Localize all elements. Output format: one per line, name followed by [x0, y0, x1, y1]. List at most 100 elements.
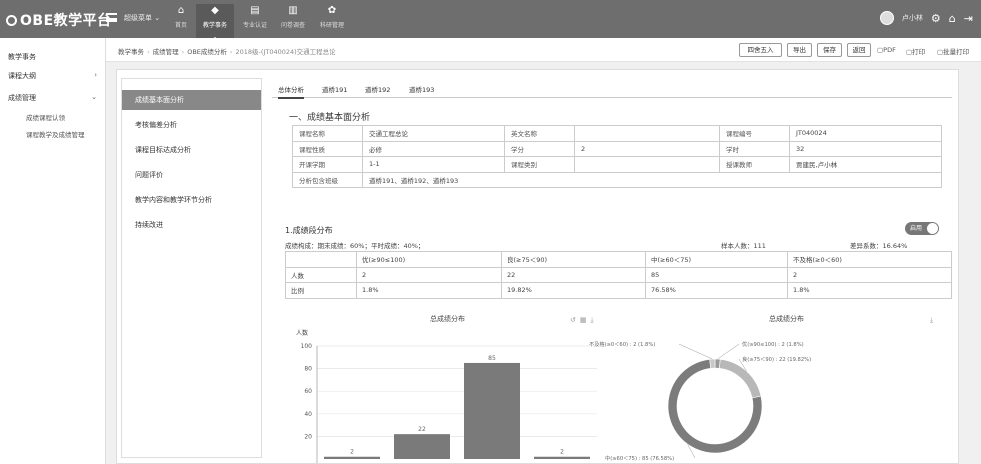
breadcrumb-item[interactable]: OBE成绩分析 — [187, 48, 227, 56]
tab-daoqiao191[interactable]: 道桥191 — [322, 84, 347, 94]
download-icon[interactable]: ⤓ — [591, 316, 598, 324]
table-header: 中(≥60＜75) — [645, 251, 788, 268]
nav-teaching-affairs[interactable]: ◆ 教学事务 — [196, 4, 234, 41]
bar — [534, 456, 590, 459]
batch-print-label: 批量打印 — [943, 48, 970, 56]
bar-chart-title: 总成绩分布 — [430, 315, 465, 323]
cell-value: 2 — [574, 140, 720, 157]
home-icon: ⌂ — [177, 5, 185, 16]
table-cell: 2 — [356, 266, 502, 283]
batch-print-button[interactable]: ▢批量打印 — [937, 46, 969, 56]
pie-slice-label: 不及格(≥0＜60) : 2 (1.8%) — [589, 340, 655, 348]
submenu-goal-achievement[interactable]: 课程目标达成分析 — [122, 140, 261, 160]
cell-value: 1-1 — [362, 156, 505, 173]
save-button[interactable]: 保存 — [817, 43, 842, 57]
y-axis-label: 人数 — [296, 329, 308, 337]
class-tabs: 总体分析 道桥191 道桥192 道桥193 — [272, 82, 952, 99]
table-cell: 19.82% — [501, 282, 646, 299]
cell-label: 课程编号 — [719, 125, 790, 142]
data-view-icon[interactable]: ▦ — [580, 316, 591, 324]
chevron-right-icon[interactable]: › — [94, 71, 97, 79]
submenu-content-analysis[interactable]: 教学内容和教学环节分析 — [122, 190, 261, 210]
bar — [324, 456, 380, 459]
pie-slice-label: 优(≥90≤100) : 2 (1.8%) — [742, 340, 804, 348]
lock-icon[interactable]: ⌂ — [949, 12, 956, 25]
submenu-problem-evaluation[interactable]: 问题评价 — [122, 165, 261, 185]
chevron-down-icon[interactable]: ⌄ — [91, 93, 97, 101]
cell-label: 课程类别 — [504, 156, 575, 173]
bar-chart: 人数20406080100222852 — [296, 329, 597, 463]
toggle-knob — [927, 223, 938, 234]
bar-data-label: 85 — [488, 355, 496, 362]
user-name[interactable]: 卢小林 — [902, 13, 923, 23]
submenu-basic-analysis[interactable]: 成绩基本面分析 — [122, 90, 261, 110]
table-cell: 人数 — [285, 266, 357, 283]
nav-teaching-label: 教学事务 — [202, 22, 227, 29]
cell-label: 开课学期 — [292, 156, 363, 173]
avatar[interactable] — [879, 11, 894, 25]
top-bar: OBE教学平台 超级菜单 ⌄ ⌂ 首页 ◆ 教学事务 ▤ 专业认证 ▥ 问卷调查 ✿ 科研… — [0, 0, 981, 41]
sidebar-item-grade-management[interactable]: 成绩管理 — [8, 93, 36, 103]
table-cell: 2 — [787, 266, 952, 283]
y-tick-label: 100 — [301, 343, 313, 350]
hamburger-menu-icon[interactable] — [106, 13, 117, 22]
grade-composition: 成绩构成：期末成绩：60%；平时成绩：40%； — [285, 242, 425, 250]
enable-toggle[interactable]: 启用 — [905, 222, 939, 235]
nav-research[interactable]: ✿ 科研管理 — [313, 4, 351, 36]
table-row: 人数 2 22 85 2 — [285, 266, 952, 283]
logo-ring-icon — [6, 15, 17, 26]
y-tick-label: 80 — [304, 366, 312, 373]
bar — [464, 362, 520, 459]
pie-slice — [709, 358, 716, 369]
table-cell: 1.8% — [787, 282, 952, 299]
tab-daoqiao192[interactable]: 道桥192 — [365, 84, 390, 94]
cell-value: 交通工程总论 — [362, 125, 505, 142]
left-sidebar: 教学事务 课程大纲 › 成绩管理 ⌄ 成绩课程认领 课程教学及成绩管理 — [0, 38, 106, 464]
export-button[interactable]: 导出 — [787, 43, 812, 57]
cell-value — [574, 156, 720, 173]
nav-home-label: 首页 — [174, 22, 187, 29]
sidebar-item-course-claim[interactable]: 成绩课程认领 — [26, 112, 65, 122]
cell-label: 课程名称 — [292, 125, 363, 142]
table-header — [285, 251, 357, 268]
pdf-button[interactable]: ▢PDF — [877, 46, 896, 54]
submenu-deviation-analysis[interactable]: 考核偏差分析 — [122, 115, 261, 135]
nav-home[interactable]: ⌂ 首页 — [162, 4, 200, 36]
submenu-continuous-improvement[interactable]: 持续改进 — [122, 215, 261, 235]
print-label: 打印 — [912, 48, 926, 56]
restore-icon[interactable]: ↺ — [570, 316, 580, 324]
graduation-cap-icon: ◆ — [211, 5, 219, 16]
breadcrumb-item[interactable]: 成绩管理 — [153, 48, 179, 56]
logout-icon[interactable]: ⇥ — [964, 12, 973, 25]
sidebar-item-course-grade-mgmt[interactable]: 课程教学及成绩管理 — [26, 129, 85, 139]
survey-icon: ▥ — [288, 5, 298, 16]
y-tick-label: 60 — [304, 388, 312, 395]
super-menu-label: 超级菜单 — [124, 14, 152, 22]
table-cell: 22 — [501, 266, 646, 283]
sidebar-item-teaching-affairs[interactable]: 教学事务 — [8, 52, 36, 62]
super-menu-dropdown[interactable]: 超级菜单 ⌄ — [124, 13, 160, 23]
table-cell: 1.8% — [356, 282, 502, 299]
cell-value: JT040024 — [789, 125, 942, 142]
app-logo[interactable]: OBE教学平台 — [6, 10, 112, 30]
certificate-icon: ▤ — [250, 5, 260, 16]
cell-value: 必修 — [362, 140, 505, 157]
toggle-label: 启用 — [910, 225, 923, 232]
tab-overall[interactable]: 总体分析 — [278, 84, 304, 99]
cell-value: 32 — [789, 140, 942, 157]
sidebar-item-syllabus[interactable]: 课程大纲 — [8, 71, 36, 81]
nav-research-label: 科研管理 — [319, 22, 344, 29]
tab-daoqiao193[interactable]: 道桥193 — [409, 84, 434, 94]
nav-survey[interactable]: ▥ 问卷调查 — [274, 4, 312, 36]
pie-slice-label: 良(≥75＜90) : 22 (19.82%) — [742, 355, 811, 363]
print-button[interactable]: ▢打印 — [906, 46, 925, 56]
settings-gear-icon[interactable]: ⚙ — [931, 12, 941, 25]
table-row: 比例 1.8% 19.82% 76.58% 1.8% — [285, 282, 952, 299]
nav-certification[interactable]: ▤ 专业认证 — [236, 4, 274, 36]
back-button[interactable]: 返回 — [847, 43, 871, 57]
round-button[interactable]: 四舍五入 — [739, 43, 782, 57]
cell-label: 学时 — [719, 140, 790, 157]
app-title: OBE教学平台 — [20, 13, 112, 29]
cell-label: 课程性质 — [292, 140, 363, 157]
breadcrumb-item[interactable]: 教学事务 — [118, 48, 144, 56]
